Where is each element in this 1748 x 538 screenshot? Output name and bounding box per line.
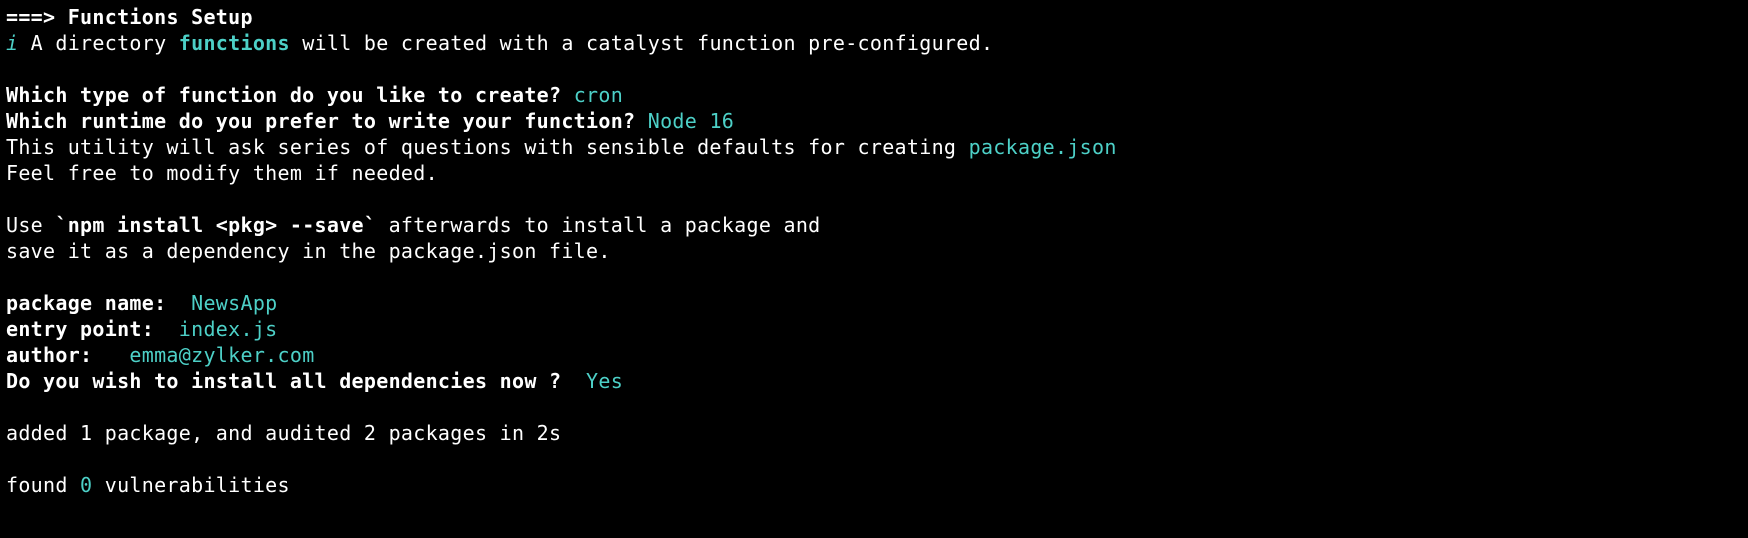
info-text-after: will be created with a catalyst function… bbox=[290, 31, 993, 55]
prompt-function-type: Which type of function do you like to cr… bbox=[6, 82, 1742, 108]
result-found: found 0 vulnerabilities bbox=[6, 472, 1742, 498]
info-highlight: functions bbox=[179, 31, 290, 55]
info-icon: i bbox=[6, 31, 18, 55]
result-found-before: found bbox=[6, 473, 80, 497]
prompt-function-type-answer: cron bbox=[574, 83, 623, 107]
package-name-label: package name: bbox=[6, 291, 166, 315]
author-line: author: emma@zylker.com bbox=[6, 342, 1742, 368]
npm-line2: save it as a dependency in the package.j… bbox=[6, 238, 1742, 264]
npm-line1-before: Use bbox=[6, 213, 55, 237]
author-label: author: bbox=[6, 343, 92, 367]
install-deps-label: Do you wish to install all dependencies … bbox=[6, 369, 561, 393]
install-deps-line: Do you wish to install all dependencies … bbox=[6, 368, 1742, 394]
header-line: ===> Functions Setup bbox=[6, 4, 1742, 30]
result-found-count: 0 bbox=[80, 473, 92, 497]
entry-point-line: entry point: index.js bbox=[6, 316, 1742, 342]
utility-line1-highlight: package.json bbox=[969, 135, 1117, 159]
install-deps-value: Yes bbox=[561, 369, 623, 393]
header-arrow: ===> bbox=[6, 5, 68, 29]
info-text-before: A directory bbox=[18, 31, 178, 55]
prompt-runtime-answer: Node 16 bbox=[648, 109, 734, 133]
npm-line1-bold: `npm install <pkg> --save` bbox=[55, 213, 376, 237]
utility-line2: Feel free to modify them if needed. bbox=[6, 160, 1742, 186]
author-value: emma@zylker.com bbox=[92, 343, 314, 367]
entry-point-value: index.js bbox=[154, 317, 277, 341]
entry-point-label: entry point: bbox=[6, 317, 154, 341]
result-found-after: vulnerabilities bbox=[92, 473, 289, 497]
npm-line1: Use `npm install <pkg> --save` afterward… bbox=[6, 212, 1742, 238]
utility-line1: This utility will ask series of question… bbox=[6, 134, 1742, 160]
prompt-runtime-question: Which runtime do you prefer to write you… bbox=[6, 109, 648, 133]
terminal-output: ===> Functions Setupi A directory functi… bbox=[6, 4, 1742, 498]
result-added: added 1 package, and audited 2 packages … bbox=[6, 420, 1742, 446]
prompt-function-type-question: Which type of function do you like to cr… bbox=[6, 83, 574, 107]
info-line: i A directory functions will be created … bbox=[6, 30, 1742, 56]
package-name-value: NewsApp bbox=[166, 291, 277, 315]
header-title: Functions Setup bbox=[68, 5, 253, 29]
package-name-line: package name: NewsApp bbox=[6, 290, 1742, 316]
utility-line1-before: This utility will ask series of question… bbox=[6, 135, 969, 159]
npm-line1-after: afterwards to install a package and bbox=[376, 213, 820, 237]
prompt-runtime: Which runtime do you prefer to write you… bbox=[6, 108, 1742, 134]
